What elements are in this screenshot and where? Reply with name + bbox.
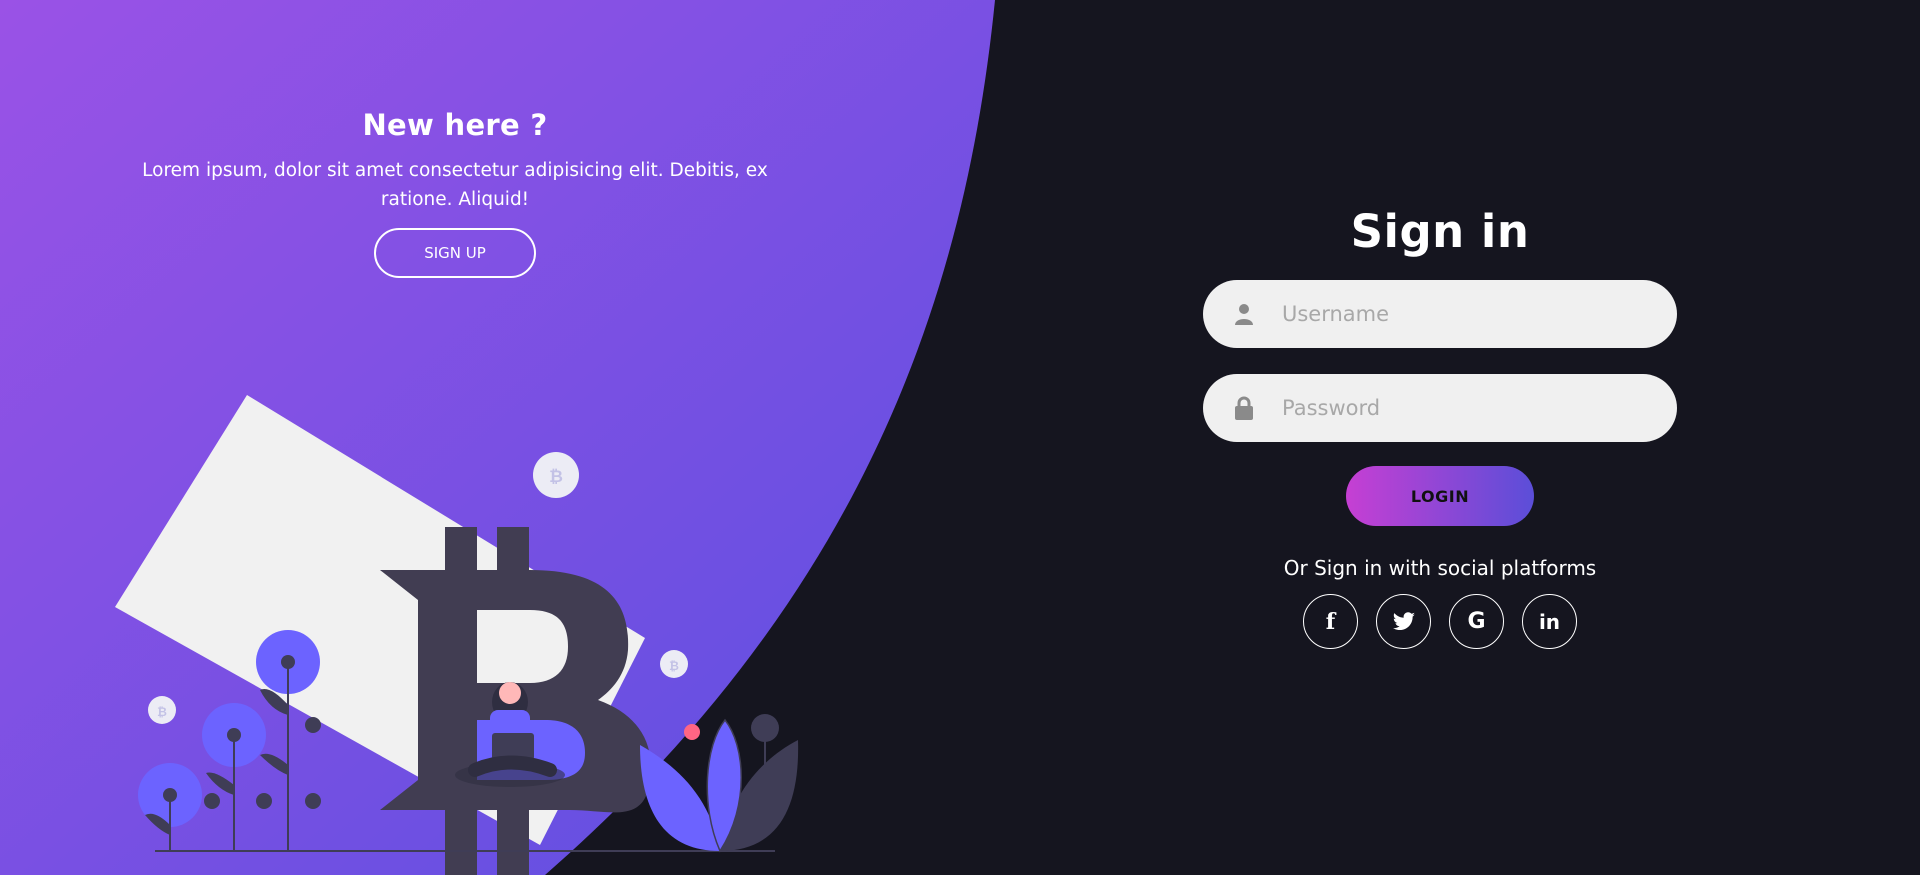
username-field[interactable] — [1203, 280, 1677, 348]
lock-icon — [1233, 396, 1255, 420]
username-input[interactable] — [1280, 301, 1644, 327]
linkedin-icon[interactable]: in — [1522, 594, 1577, 649]
google-glyph: G — [1467, 609, 1486, 634]
facebook-glyph: f — [1325, 608, 1336, 635]
left-panel-title: New here ? — [362, 108, 548, 142]
linkedin-glyph: in — [1538, 609, 1561, 634]
twitter-icon[interactable] — [1376, 594, 1431, 649]
svg-text:₿: ₿ — [669, 659, 679, 673]
bitcoin-coin-icon: ₿ — [148, 696, 176, 724]
bitcoin-coin-icon: ₿ — [660, 650, 688, 678]
password-input[interactable] — [1280, 395, 1644, 421]
bitcoin-illustration: ₿ ₿ ₿ — [115, 395, 799, 875]
left-panel-description: Lorem ipsum, dolor sit amet consectetur … — [142, 160, 768, 210]
password-field[interactable] — [1203, 374, 1677, 442]
social-text: Or Sign in with social platforms — [1283, 556, 1597, 580]
leaf-plant-illustration — [640, 714, 799, 853]
sign-up-button[interactable]: SIGN UP — [374, 228, 536, 278]
google-icon[interactable]: G — [1449, 594, 1504, 649]
facebook-icon[interactable]: f — [1303, 594, 1358, 649]
user-icon — [1233, 302, 1255, 326]
sign-in-title: Sign in — [1350, 205, 1530, 258]
svg-text:₿: ₿ — [549, 467, 563, 487]
sign-in-form: Sign in LOGIN Or Sign in with social pla… — [1203, 205, 1677, 649]
login-button[interactable]: LOGIN — [1346, 466, 1534, 526]
twitter-bird-icon — [1392, 611, 1415, 630]
left-panel: New here ? Lorem ipsum, dolor sit amet c… — [110, 108, 800, 278]
bitcoin-coin-icon: ₿ — [533, 452, 579, 498]
social-media: f G in — [1303, 594, 1577, 649]
svg-text:₿: ₿ — [157, 705, 167, 719]
